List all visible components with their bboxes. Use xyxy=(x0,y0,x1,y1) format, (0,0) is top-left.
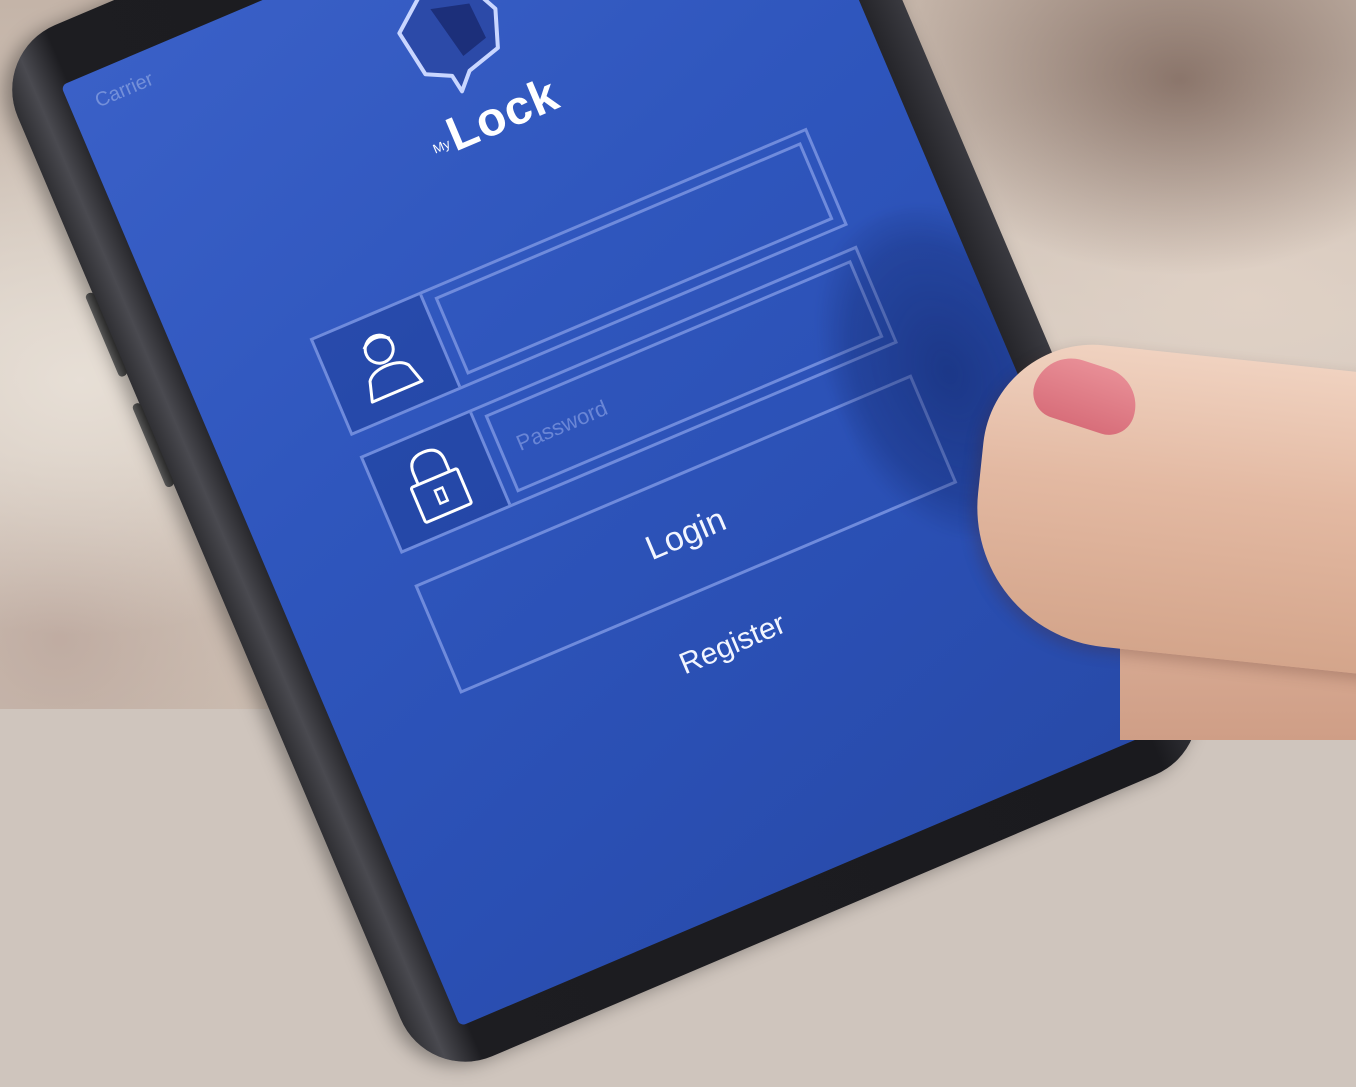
username-icon-box xyxy=(313,294,462,433)
padlock-icon xyxy=(410,448,473,524)
user-icon xyxy=(362,333,424,404)
status-carrier-text: Carrier xyxy=(91,68,157,113)
password-icon-box xyxy=(363,411,512,551)
